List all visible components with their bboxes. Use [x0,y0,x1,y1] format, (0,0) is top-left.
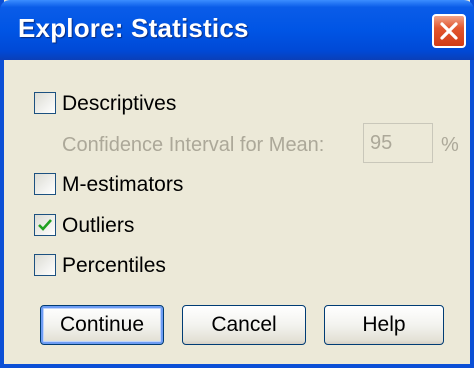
descriptives-label: Descriptives [62,91,177,115]
percent-sign: % [441,134,459,156]
dialog-title: Explore: Statistics [18,13,249,43]
close-button[interactable] [432,14,466,48]
outliers-checkbox[interactable] [34,214,56,236]
explore-statistics-dialog: Explore: Statistics Descriptives Confide… [0,0,474,368]
confidence-interval-label: Confidence Interval for Mean: [62,134,325,156]
cancel-button[interactable]: Cancel [182,305,306,345]
title-bar[interactable]: Explore: Statistics [0,0,474,60]
percentiles-checkbox[interactable] [34,254,56,276]
m-estimators-option[interactable]: M-estimators [34,173,183,195]
percentiles-label: Percentiles [62,253,166,277]
confidence-interval-input[interactable] [363,123,433,163]
close-icon [440,22,458,40]
checkmark-icon [38,219,52,231]
percentiles-option[interactable]: Percentiles [34,254,166,276]
descriptives-option[interactable]: Descriptives [34,92,176,114]
outliers-label: Outliers [62,213,135,237]
help-button[interactable]: Help [324,305,444,345]
continue-button[interactable]: Continue [40,305,164,345]
outliers-option[interactable]: Outliers [34,214,134,236]
m-estimators-label: M-estimators [62,172,184,196]
descriptives-checkbox[interactable] [34,92,56,114]
m-estimators-checkbox[interactable] [34,173,56,195]
